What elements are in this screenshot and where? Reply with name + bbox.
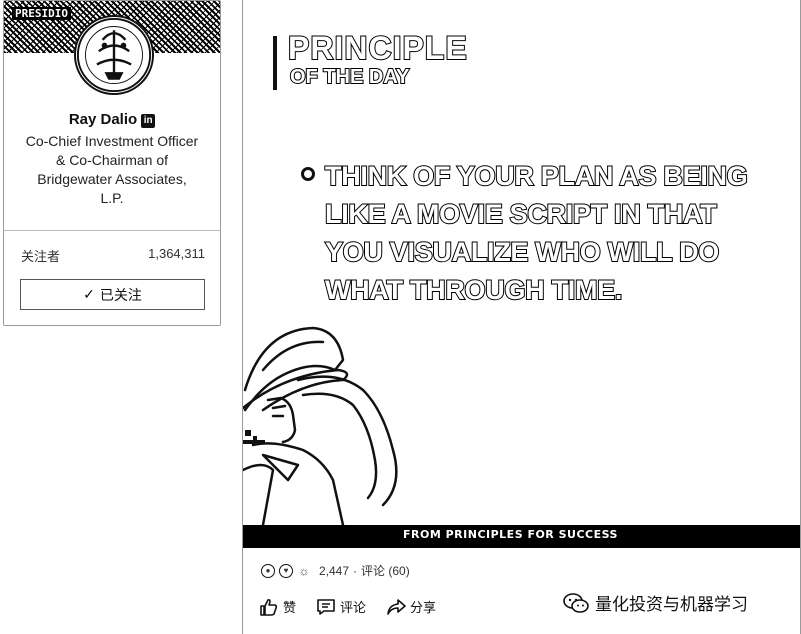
comments-count[interactable]: 评论 (60) bbox=[361, 562, 410, 579]
profile-headline: Co-Chief Investment Officer & Co-Chairma… bbox=[25, 133, 199, 206]
heart-icon: ♥ bbox=[279, 563, 293, 578]
following-button[interactable]: ✓ 已关注 bbox=[20, 279, 205, 310]
profile-name-text[interactable]: Ray Dalio bbox=[69, 111, 137, 128]
comment-button[interactable]: 评论 bbox=[316, 597, 366, 616]
check-icon: ✓ bbox=[83, 286, 95, 302]
comment-icon bbox=[317, 598, 335, 615]
post-actions: 赞 评论 分享 bbox=[259, 597, 456, 616]
watermark-text: 量化投资与机器学习 bbox=[595, 595, 748, 615]
idea-icon: ☼ bbox=[298, 563, 310, 578]
divider bbox=[4, 230, 220, 231]
like-button-label: 赞 bbox=[283, 600, 297, 615]
header-accent-bar bbox=[273, 36, 277, 90]
like-button[interactable]: 赞 bbox=[259, 597, 296, 616]
like-icon: ● bbox=[261, 563, 275, 578]
post-card: PRINCIPLE OF THE DAY THINK OF YOUR PLAN … bbox=[242, 0, 801, 634]
explorer-illustration-icon bbox=[243, 326, 398, 525]
avatar[interactable] bbox=[74, 15, 154, 95]
following-button-label: 已关注 bbox=[99, 286, 142, 303]
share-icon bbox=[387, 598, 406, 615]
comment-button-label: 评论 bbox=[340, 600, 367, 615]
share-button-label: 分享 bbox=[410, 600, 437, 615]
linkedin-icon: in bbox=[141, 114, 156, 128]
reactions-count[interactable]: 2,447 bbox=[319, 564, 349, 578]
bullet-icon bbox=[301, 167, 315, 181]
source-text: FROM PRINCIPLES FOR SUCCESS bbox=[403, 528, 618, 541]
thumb-up-icon bbox=[260, 598, 278, 616]
avatar-logo-icon bbox=[76, 17, 152, 93]
followers-label: 关注者 bbox=[21, 249, 61, 264]
wechat-watermark: 量化投资与机器学习 bbox=[563, 590, 748, 615]
principle-quote: THINK OF YOUR PLAN AS BEING LIKE A MOVIE… bbox=[324, 160, 749, 306]
post-header-title: PRINCIPLE bbox=[287, 29, 468, 67]
post-header-subtitle: OF THE DAY bbox=[289, 65, 410, 89]
profile-name[interactable]: Ray Dalio in bbox=[4, 111, 220, 128]
reactions-summary[interactable]: ● ♥ ☼ 2,447 · 评论 (60) bbox=[261, 562, 410, 579]
post-image[interactable]: PRINCIPLE OF THE DAY THINK OF YOUR PLAN … bbox=[243, 0, 800, 548]
share-button[interactable]: 分享 bbox=[386, 597, 436, 616]
profile-card: PRESIDIO Ray Dalio in Co-Chief Investment… bbox=[3, 0, 221, 326]
banner-text: PRESIDIO bbox=[12, 7, 71, 20]
separator: · bbox=[353, 563, 358, 578]
wechat-icon bbox=[563, 592, 589, 613]
followers-count: 1,364,311 bbox=[148, 246, 205, 261]
source-footer: FROM PRINCIPLES FOR SUCCESS bbox=[243, 525, 800, 545]
